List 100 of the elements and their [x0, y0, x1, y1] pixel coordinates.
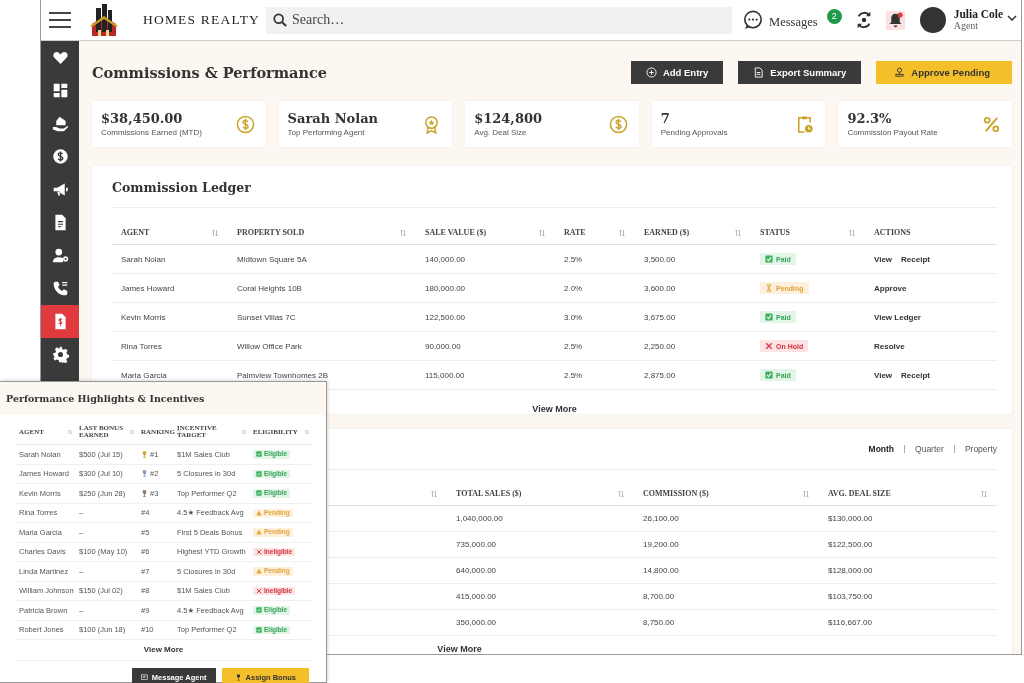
- action-button[interactable]: Export Summary: [738, 61, 862, 84]
- dollar-icon: [51, 148, 69, 165]
- clipboard-clock-icon: [795, 114, 815, 134]
- table-cell: 8,700.00: [643, 592, 675, 601]
- view-more-link[interactable]: View More: [437, 644, 482, 654]
- page-title: Commissions & Performance: [92, 64, 328, 81]
- table-cell: 350,000.00: [456, 618, 497, 627]
- table-cell: 1,040,000.00: [456, 514, 503, 523]
- table-cell: $130,000.00: [828, 514, 873, 523]
- megaphone-icon: [51, 181, 69, 198]
- chat-icon[interactable]: [743, 10, 764, 30]
- column-header[interactable]: AGENT: [112, 228, 228, 237]
- table-cell: 26,100.00: [643, 514, 679, 523]
- stat-value: Sarah Nolan: [287, 111, 379, 126]
- column-header[interactable]: RATE: [555, 228, 635, 237]
- table-cell: 735,000.00: [456, 540, 497, 549]
- table-cell: 2.5%: [564, 254, 583, 264]
- table-cell: 2,875.00: [644, 370, 676, 380]
- sort-icon[interactable]: [176, 429, 181, 435]
- action-button[interactable]: Add Entry: [630, 61, 724, 84]
- table-cell: 140,000.00: [425, 254, 466, 264]
- table-cell: $128,000.00: [828, 566, 873, 575]
- table-cell: Sarah Nolan: [121, 254, 166, 264]
- column-header[interactable]: PROPERTY SOLD: [228, 228, 416, 237]
- notification-bell-icon[interactable]: [885, 10, 905, 30]
- dashboard-icon: [51, 82, 69, 99]
- period-tab[interactable]: Quarter: [915, 444, 944, 454]
- table-cell: 2.5%: [564, 341, 583, 351]
- view-more-link[interactable]: View More: [532, 404, 577, 414]
- action-link[interactable]: Approve: [874, 283, 907, 293]
- period-tab[interactable]: Property: [964, 444, 997, 454]
- user-name: Julia Cole: [953, 9, 1004, 21]
- table-cell: 180,000.00: [425, 283, 466, 293]
- table-cell: Rina Torres: [121, 341, 162, 351]
- column-header[interactable]: COMMISSION ($): [634, 489, 819, 498]
- user-role: Agent: [953, 20, 980, 31]
- hand-house-icon: [51, 115, 69, 132]
- table-cell: $103,750.00: [828, 592, 873, 601]
- action-link[interactable]: Resolve: [874, 341, 905, 351]
- document-icon: [753, 67, 765, 78]
- stat-value: $38,450.00: [101, 111, 184, 126]
- table-cell: 415,000.00: [456, 592, 497, 601]
- column-header[interactable]: ACTIONS: [865, 228, 997, 237]
- messages-link[interactable]: Messages: [769, 14, 818, 30]
- search-icon: [273, 12, 288, 27]
- table-cell: Palmview Townhomes 2B: [237, 370, 328, 380]
- table-cell: Maria Garcia: [121, 370, 167, 380]
- dollar-coin-icon: [235, 114, 255, 134]
- stat-label: Commission Payout Rate: [847, 128, 938, 137]
- settings-icon: [51, 346, 69, 363]
- column-header[interactable]: AVG. DEAL SIZE: [819, 489, 997, 498]
- stat-label: Commissions Earned (MTD): [101, 128, 202, 137]
- stat-value: 92.3%: [847, 111, 893, 126]
- table-cell: 14,800.00: [643, 566, 679, 575]
- panel-title: Performance Highlights & Incentives: [6, 393, 205, 404]
- column-header[interactable]: EARNED ($): [635, 228, 751, 237]
- trophy-icon: [234, 673, 242, 681]
- table-cell: Midtown Square 5A: [237, 254, 307, 264]
- table-cell: 19,200.00: [643, 540, 679, 549]
- table-cell: 2.5%: [564, 370, 583, 380]
- column-header[interactable]: SALE VALUE ($): [416, 228, 555, 237]
- table-cell: $122,500.00: [828, 540, 873, 549]
- table-cell: 3,600.00: [644, 283, 676, 293]
- table-cell: 2.0%: [564, 283, 583, 293]
- view-more-link[interactable]: View More: [15, 645, 312, 661]
- table-cell: 2,250.00: [644, 341, 676, 351]
- period-tab[interactable]: Month: [868, 444, 895, 454]
- message-count-badge: 2: [826, 8, 842, 24]
- search-field[interactable]: Search…: [266, 6, 733, 34]
- action-link[interactable]: Receipt: [901, 254, 930, 264]
- table-cell: 3,675.00: [644, 312, 676, 322]
- phone-icon: [51, 280, 69, 297]
- table-cell: 90,000.00: [425, 341, 461, 351]
- stat-value: 7: [660, 111, 671, 126]
- stamp-icon: [894, 67, 906, 78]
- table-cell: 3.0%: [564, 312, 583, 322]
- action-link[interactable]: View Ledger: [874, 312, 921, 322]
- table-cell: $116,667.00: [828, 618, 872, 627]
- avatar[interactable]: [919, 7, 946, 33]
- table-cell: 115,000.00: [425, 370, 465, 380]
- table-cell: 640,000.00: [456, 566, 497, 575]
- heart-icon: [51, 49, 69, 66]
- table-cell: Coral Heights 10B: [237, 283, 302, 293]
- table-cell: James Howard: [121, 283, 175, 293]
- message-icon: [140, 673, 148, 681]
- action-link[interactable]: View: [874, 370, 893, 380]
- action-link[interactable]: Receipt: [901, 370, 930, 380]
- stat-value: $124,800: [474, 111, 543, 126]
- plus-icon: [645, 67, 657, 78]
- user-gear-icon: [51, 247, 69, 264]
- action-link[interactable]: View: [874, 254, 893, 264]
- table-cell: 3,500.00: [644, 254, 676, 264]
- percent-icon: [981, 114, 1001, 134]
- column-header[interactable]: STATUS: [751, 228, 865, 237]
- table-cell: 122,500.00: [425, 312, 466, 322]
- action-button[interactable]: Approve Pending: [876, 61, 1012, 84]
- table-cell: Willow Office Park: [237, 341, 302, 351]
- menu-icon[interactable]: [49, 12, 71, 28]
- chevron-down-icon[interactable]: [1007, 15, 1018, 21]
- column-header[interactable]: TOTAL SALES ($): [447, 489, 634, 498]
